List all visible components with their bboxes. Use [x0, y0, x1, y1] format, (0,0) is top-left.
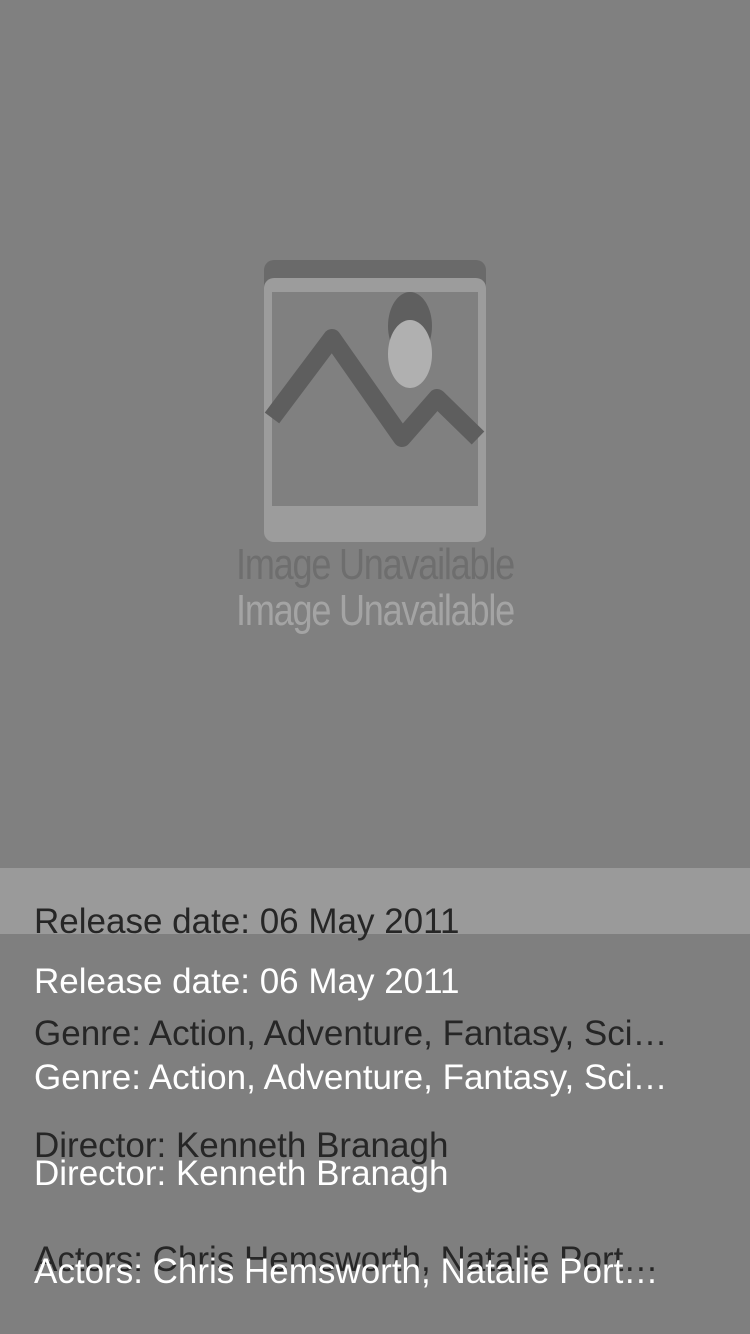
image-unavailable-text: Image Unavailable: [236, 586, 515, 635]
image-unavailable-icon: [264, 260, 486, 542]
actors-label: Actors: Chris Hemsworth, Natalie Port…: [34, 1252, 659, 1291]
director-label: Director: Kenneth Branagh: [34, 1154, 449, 1193]
release-date-label-dark: Release date: 06 May 2011: [34, 902, 460, 941]
release-date-label: Release date: 06 May 2011: [34, 962, 460, 1001]
movie-poster: Image Unavailable Image Unavailable: [0, 0, 750, 868]
genre-label-dark: Genre: Action, Adventure, Fantasy, Sci…: [34, 1014, 668, 1053]
genre-label: Genre: Action, Adventure, Fantasy, Sci…: [34, 1058, 668, 1097]
image-unavailable-text-shadow: Image Unavailable: [236, 540, 515, 589]
